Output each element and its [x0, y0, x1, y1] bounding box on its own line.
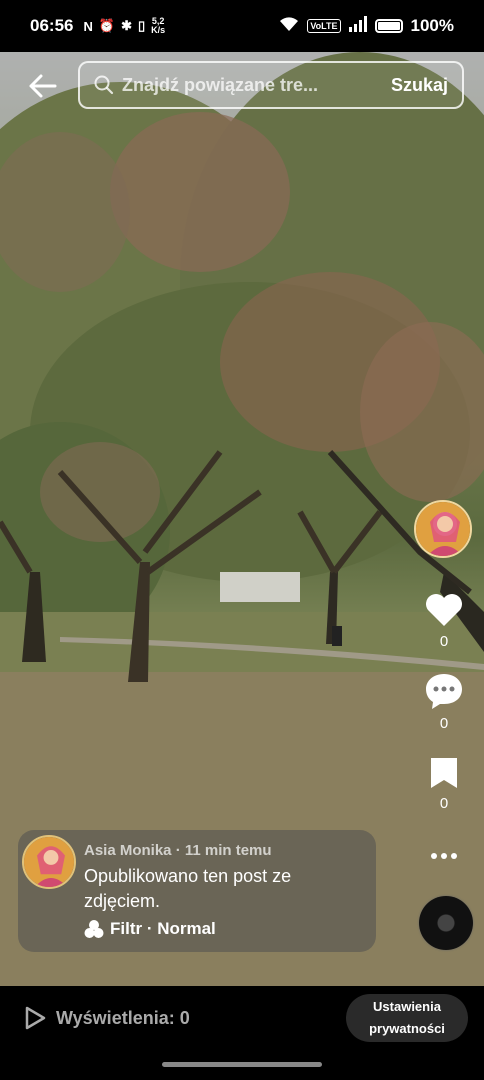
save-action[interactable]: 0	[414, 756, 474, 812]
privacy-label-line2: prywatności	[369, 1021, 445, 1036]
battery-percent: 100%	[410, 16, 454, 35]
home-indicator[interactable]	[162, 1062, 322, 1067]
status-icons-right: VoLTE 100%	[279, 15, 454, 37]
more-dot-icon	[451, 853, 457, 859]
filter-label[interactable]: Filtr · Normal	[84, 919, 216, 939]
privacy-label-line1: Ustawienia	[373, 999, 441, 1014]
volte-badge: VoLTE	[307, 19, 341, 33]
clock: 06:56	[30, 16, 74, 35]
avatar-image	[24, 837, 74, 887]
post-info-card[interactable]: Asia Monika · 11 min temu Opublikowano t…	[18, 830, 376, 952]
nfc-icon: N	[83, 18, 93, 34]
arrow-left-icon	[29, 74, 57, 98]
like-action[interactable]: 0	[414, 592, 474, 650]
comment-icon	[426, 674, 462, 709]
search-bar[interactable]: Znajdź powiązane tre... Szukaj	[78, 61, 464, 109]
status-bar: 06:56 N ⏰ ✱ ▯ 5,2 K/s VoLTE 100%	[0, 0, 484, 52]
privacy-settings-button[interactable]: Ustawienia prywatności	[346, 994, 468, 1042]
battery-icon	[374, 19, 403, 33]
signal-icon	[348, 15, 367, 37]
views-text: Wyświetlenia: 0	[56, 1007, 190, 1028]
filter-icon	[84, 920, 104, 938]
heart-icon	[426, 594, 462, 626]
bottom-bar: Wyświetlenia: 0 Ustawienia prywatności	[0, 986, 484, 1080]
alarm-icon: ⏰	[98, 18, 116, 33]
vibrate-icon: ▯	[137, 18, 146, 33]
comment-count: 0	[439, 715, 449, 732]
more-dot-icon	[431, 853, 437, 859]
search-button[interactable]: Szukaj	[391, 75, 448, 96]
post-author-time: Asia Monika · 11 min temu	[84, 842, 272, 859]
wifi-icon	[279, 16, 299, 37]
status-icons-left: N ⏰ ✱ ▯ 5,2 K/s	[83, 17, 165, 35]
play-icon	[25, 1006, 46, 1030]
music-disc-icon[interactable]	[419, 896, 473, 950]
search-icon	[94, 75, 114, 95]
filter-text: Filtr · Normal	[110, 919, 216, 938]
more-options-button[interactable]	[426, 850, 462, 862]
save-count: 0	[439, 795, 449, 812]
net-speed: 5,2 K/s	[151, 16, 166, 35]
search-input[interactable]: Znajdź powiązane tre...	[122, 75, 391, 96]
comment-action[interactable]: 0	[414, 672, 474, 732]
views-counter: Wyświetlenia: 0	[24, 1006, 190, 1030]
bookmark-icon	[431, 758, 457, 788]
back-button[interactable]	[24, 68, 60, 104]
author-avatar-small[interactable]	[22, 835, 76, 889]
author-avatar[interactable]	[414, 500, 472, 558]
bluetooth-icon: ✱	[121, 18, 132, 33]
post-caption: Opublikowano ten post ze zdjęciem.	[84, 866, 292, 911]
like-count: 0	[439, 633, 449, 650]
more-dot-icon	[441, 853, 447, 859]
